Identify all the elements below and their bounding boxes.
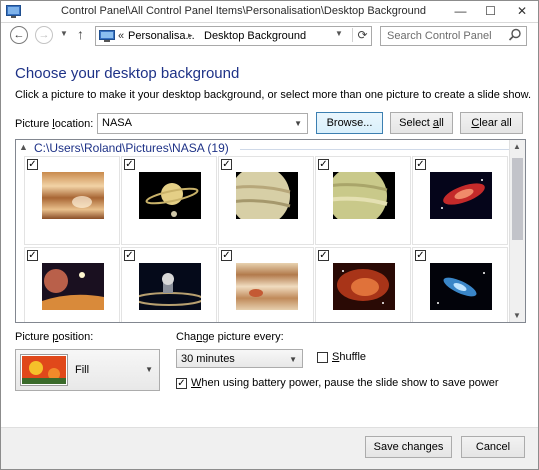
picture-tile[interactable]: ✓ [121,247,217,322]
picture-tile[interactable]: ✓ [218,156,314,245]
browse-button[interactable]: Browse... [316,112,383,134]
clear-all-button[interactable]: Clear all [460,112,523,134]
change-picture-label: Change picture every: [176,331,284,343]
navigation-bar: ← → ▼ ↑ « Personalisa... ▸ Desktop Backg… [1,23,538,49]
address-bar[interactable]: « Personalisa... ▸ Desktop Background ▼ … [95,26,372,46]
jupiter-green-thumbnail[interactable] [333,172,395,219]
picture-checkbox[interactable]: ✓ [318,159,329,170]
recent-locations-dropdown[interactable]: ▼ [60,29,68,38]
picture-tile[interactable]: ✓ [24,247,120,322]
saturn-rings-thumbnail[interactable] [139,172,201,219]
picture-checkbox[interactable]: ✓ [221,159,232,170]
save-changes-button[interactable]: Save changes [365,436,452,458]
window-title: Control Panel\All Control Panel Items\Pe… [61,5,427,17]
orange-nebula-thumbnail[interactable] [333,263,395,310]
picture-position-value: Fill [75,364,90,376]
picture-checkbox[interactable]: ✓ [124,250,135,261]
chevron-down-icon[interactable]: ▼ [145,365,153,374]
gallery-scrollbar[interactable]: ▲ ▼ [509,140,525,322]
collapse-group-icon[interactable]: ▲ [19,142,28,152]
gas-giant-bands-thumbnail[interactable] [42,172,104,219]
dialog-footer: Save changes Cancel [1,427,538,469]
picture-tile[interactable]: ✓ [412,156,508,245]
group-divider [240,149,510,150]
control-panel-icon [6,5,21,18]
breadcrumb-desktop-background[interactable]: Desktop Background [204,30,306,42]
picture-checkbox[interactable]: ✓ [318,250,329,261]
picture-gallery[interactable]: ▲ C:\Users\Roland\Pictures\NASA (19) ✓ ✓ [15,139,526,323]
scroll-up-icon[interactable]: ▲ [513,142,521,151]
picture-checkbox[interactable]: ✓ [415,250,426,261]
breadcrumb-separator-icon[interactable]: ▸ [188,30,193,41]
jupiter-closeup-thumbnail[interactable] [236,263,298,310]
title-bar: Control Panel\All Control Panel Items\Pe… [1,1,538,23]
battery-pause-option[interactable]: ✓ When using battery power, pause the sl… [176,377,499,391]
search-icon[interactable] [508,28,522,42]
address-dropdown-icon[interactable]: ▼ [333,29,345,38]
picture-tile[interactable]: ✓ [412,247,508,322]
picture-tile[interactable]: ✓ [315,247,411,322]
picture-position-select[interactable]: Fill ▼ [15,349,160,391]
jupiter-crescent-thumbnail[interactable] [236,172,298,219]
picture-checkbox[interactable]: ✓ [221,250,232,261]
page-title: Choose your desktop background [15,65,240,82]
picture-tile[interactable]: ✓ [315,156,411,245]
change-interval-select[interactable]: 30 minutes ▼ [176,349,303,368]
picture-location-value: NASA [102,117,132,129]
close-button[interactable]: ✕ [507,1,537,21]
control-panel-window: Control Panel\All Control Panel Items\Pe… [0,0,539,470]
picture-folder-group-title[interactable]: C:\Users\Roland\Pictures\NASA (19) [34,141,229,155]
refresh-icon[interactable]: ⟳ [352,28,372,42]
hidden-locations-chevron[interactable]: « [118,30,124,42]
main-content: Choose your desktop background Click a p… [1,49,538,427]
minimize-button[interactable]: — [447,1,474,21]
forward-button[interactable]: → [35,26,53,44]
fill-position-icon [20,354,68,386]
cassini-probe-thumbnail[interactable] [139,263,201,310]
breadcrumb-personalisation[interactable]: Personalisa... [128,30,195,42]
battery-pause-checkbox[interactable]: ✓ [176,378,187,389]
chevron-down-icon[interactable]: ▼ [294,119,302,128]
change-interval-value: 30 minutes [181,353,235,365]
back-button[interactable]: ← [10,26,28,44]
chevron-down-icon[interactable]: ▼ [289,355,297,364]
picture-checkbox[interactable]: ✓ [415,159,426,170]
search-box[interactable]: Search Control Panel [380,26,527,46]
search-placeholder[interactable]: Search Control Panel [387,30,492,42]
shuffle-label[interactable]: Shuffle [332,351,366,363]
battery-pause-label[interactable]: When using battery power, pause the slid… [191,377,499,389]
select-all-button[interactable]: Select all [390,112,453,134]
maximize-button[interactable]: ☐ [477,1,504,21]
shuffle-option[interactable]: Shuffle [317,351,377,365]
control-panel-icon [99,30,115,42]
picture-checkbox[interactable]: ✓ [27,250,38,261]
picture-tile[interactable]: ✓ [24,156,120,245]
red-nebula-thumbnail[interactable] [430,172,492,219]
cancel-button[interactable]: Cancel [461,436,525,458]
scrollbar-thumb[interactable] [512,158,523,240]
up-button[interactable]: ↑ [77,26,84,42]
shuffle-checkbox[interactable] [317,352,328,363]
picture-tile[interactable]: ✓ [218,247,314,322]
scroll-down-icon[interactable]: ▼ [513,311,521,320]
picture-location-label: Picture location: [15,118,94,130]
blue-galaxy-thumbnail[interactable] [430,263,492,310]
planet-horizon-thumbnail[interactable] [42,263,104,310]
picture-checkbox[interactable]: ✓ [27,159,38,170]
page-description: Click a picture to make it your desktop … [15,89,532,101]
picture-tile[interactable]: ✓ [121,156,217,245]
picture-checkbox[interactable]: ✓ [124,159,135,170]
picture-position-label: Picture position: [15,331,94,343]
picture-location-select[interactable]: NASA ▼ [97,113,308,134]
